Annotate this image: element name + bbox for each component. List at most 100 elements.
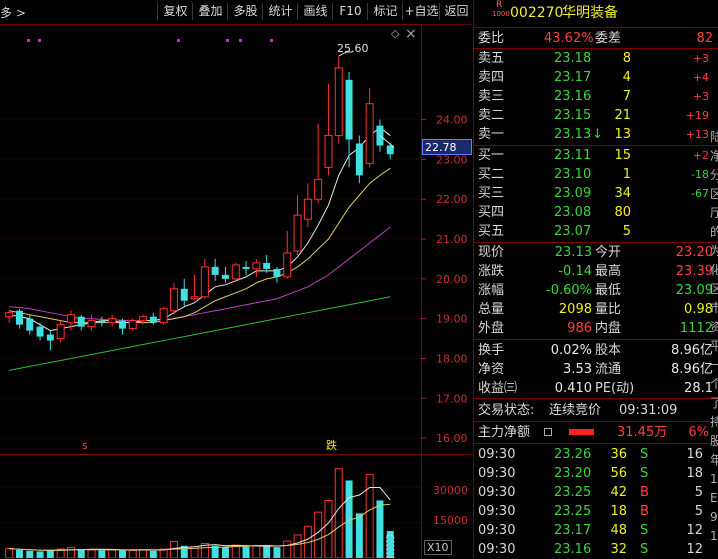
candle-body-down [211,266,219,275]
candle-body-up [66,314,75,324]
candle-body-up [334,67,343,137]
main-flow-row[interactable]: 主力净额 31.45万 6% [474,423,718,442]
level-volume: 21 [614,108,631,123]
peak-price-label: 25.60 [337,42,369,55]
candle-body-down [263,262,271,269]
level-label: 买一 [478,148,505,163]
level-label: 卖四 [478,70,505,85]
level-volume: 15 [614,148,631,163]
stock-name: 华明装备 [562,5,618,21]
event-markers [27,39,273,42]
stat-label: 总量 [478,302,505,317]
diamond-icon[interactable]: ◇ [391,27,400,40]
toolbar-left-text[interactable]: 多 > [0,4,26,21]
level-volume: 34 [614,186,631,201]
toolbar-button-tongji[interactable]: 统计 [262,3,298,20]
toolbar-button-diejia[interactable]: 叠加 [192,3,228,20]
volume-unit-label: X10 [424,540,452,555]
level-volume: 5 [622,224,631,239]
trade-direction: S [640,523,649,538]
candle-body-up [283,252,292,278]
trade-row: 09:30 23.25 18 B 5 [474,502,718,521]
stat-label: 量比 [595,302,622,317]
current-price-tag: 22.78 [422,139,472,155]
stat-label: 涨跌 [478,264,505,279]
candle-body-down [36,326,44,337]
toolbar-button-duogu[interactable]: 多股 [227,3,263,20]
ma20-line [9,226,391,322]
side-text-strip: 陆净分区厅的为化区市资平一个了持股年1E91 [710,128,718,546]
ma60-line [9,296,391,371]
stat-row: 总量 2098 量比 0.98 [474,300,718,319]
ask-row[interactable]: 卖一 23.13 13 +13 ↓ [474,125,718,144]
stat-label: 现价 [478,245,505,260]
weicha-label: 委差 [595,31,622,46]
ask-row[interactable]: 卖三 23.16 7 +3 [474,87,718,106]
trade-volume: 36 [610,447,627,462]
volume-bar [139,549,148,558]
toolbar-button-f10[interactable]: F10 [332,3,368,20]
stat-value: 23.13 [554,245,592,260]
level-label: 买三 [478,186,505,201]
trade-price: 23.20 [554,466,592,481]
bid-row[interactable]: 买四 23.08 80 [474,203,718,222]
main-flow-bar [569,429,594,435]
kline-chart[interactable]: 24.0023.0022.0021.0020.0019.0018.0017.00… [0,24,472,558]
stock-code: 002270 [510,5,564,21]
toolbar-button-huaxian[interactable]: 画线 [297,3,333,20]
level-label: 卖三 [478,89,505,104]
level-label: 卖二 [478,108,505,123]
event-marker [239,39,242,42]
ask-row[interactable]: 卖四 23.17 4 +4 [474,68,718,87]
trade-price: 23.25 [554,504,592,519]
stat-label: 涨幅 [478,283,505,298]
close-icon[interactable]: × [405,26,417,42]
candle-body-up [159,308,168,324]
volume-bar [128,549,137,558]
toolbar-button-back[interactable]: 返回 [439,3,473,20]
event-marker [177,39,180,42]
stat-value: 3.53 [563,362,592,377]
side-char: 陆 [710,130,718,144]
stat-value: -0.60% [546,283,592,298]
candle-body-up [200,266,209,298]
price-axis-label: 18.00 [436,352,468,365]
toolbar-button-fuquan[interactable]: 复权 [157,3,193,20]
weibi-label: 委比 [478,31,505,46]
volume-bar [169,541,178,558]
level-change: +19 [685,109,709,122]
main-flow-menu-icon[interactable] [544,428,552,436]
ask-row[interactable]: 卖二 23.15 21 +19 [474,106,718,125]
side-char: 一 [710,358,718,372]
ask-row[interactable]: 卖五 23.18 8 +3 [474,49,718,68]
side-char: 为 [710,244,718,258]
stat-label: 今开 [595,245,622,260]
toolbar-button-add-watch[interactable]: +自选 [402,3,440,20]
level-volume: 13 [614,127,631,142]
level-label: 买二 [478,167,505,182]
toolbar-button-biaoji[interactable]: 标记 [367,3,403,20]
level-price: 23.10 [554,167,592,182]
trade-count: 12 [686,542,703,557]
stat-value: 2098 [558,302,592,317]
stat-row: 收益㈢ 0.410 PE(动) 28.1 [474,379,718,398]
trade-row: 09:30 23.25 42 B 5 [474,483,718,502]
level-price: 23.09 [554,186,592,201]
bid-row[interactable]: 买二 23.10 1 -18 [474,165,718,184]
bid-row[interactable]: 买一 23.11 15 +2 [474,146,718,165]
candle-body-up [108,318,117,324]
trade-time: 09:30 [478,542,516,557]
volume-bar [293,534,302,558]
stat-row: 净资 3.53 流通 8.96亿 [474,360,718,379]
trade-volume: 56 [610,466,627,481]
volume-bar [273,547,281,558]
side-char: 9 [710,510,718,524]
event-marker [27,39,30,42]
stat-row: 现价 23.13 今开 23.20 [474,243,718,262]
side-char: 分 [710,168,718,182]
bid-row[interactable]: 买三 23.09 34 -67 [474,184,718,203]
trade-price: 23.17 [554,523,592,538]
stat-row: 换手 0.02% 股本 8.96亿 [474,341,718,360]
stat-value: -0.14 [558,264,592,279]
bid-row[interactable]: 买五 23.07 5 [474,222,718,241]
